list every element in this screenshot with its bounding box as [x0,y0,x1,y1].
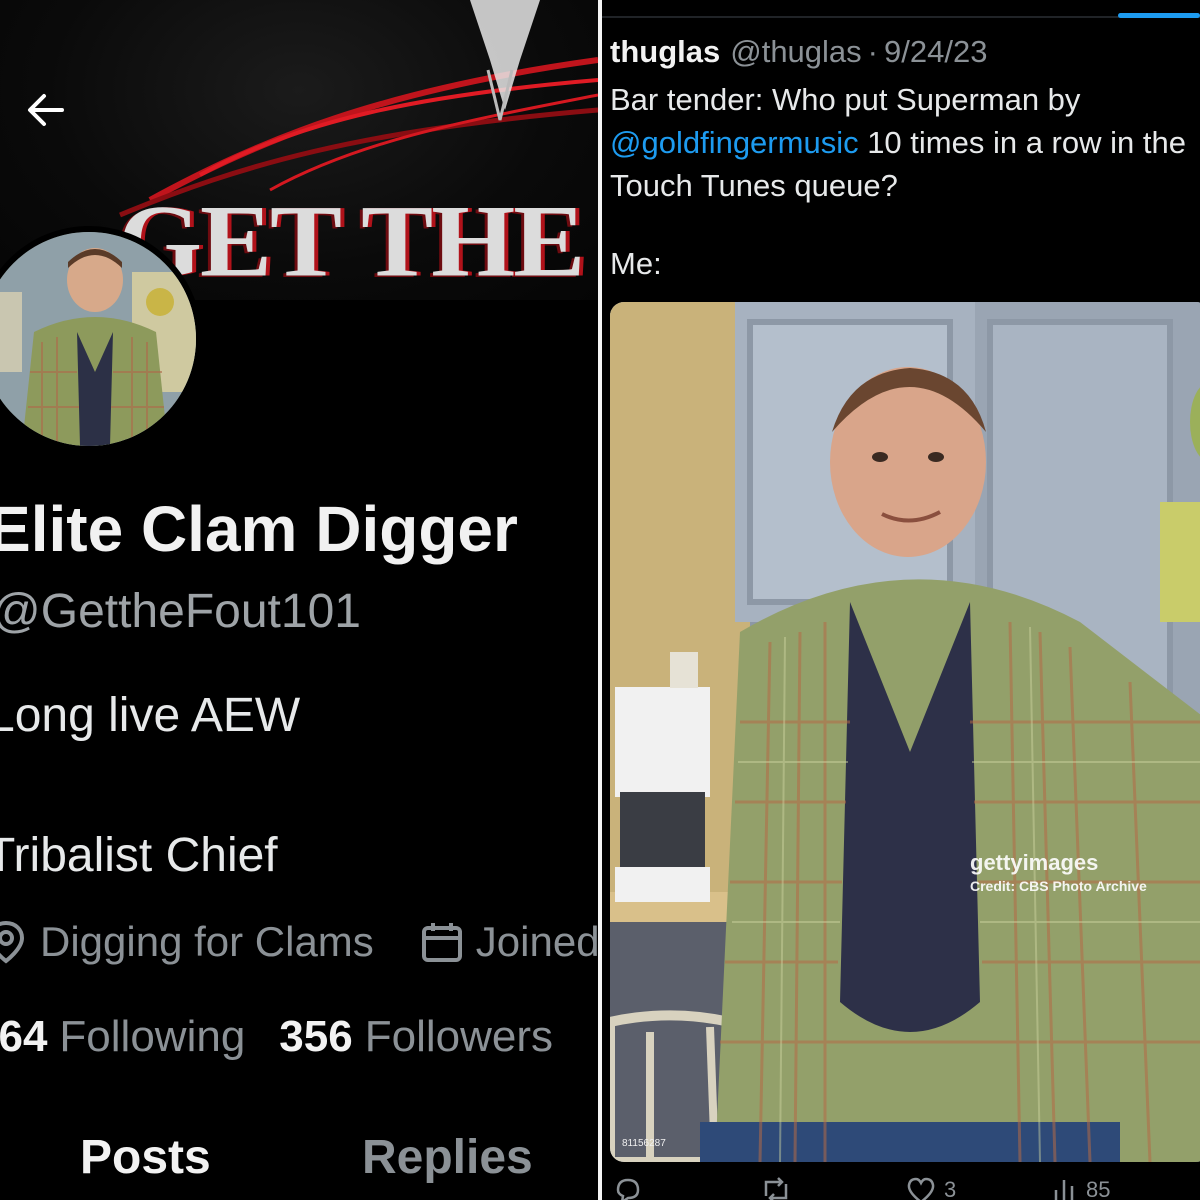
tweet-author-handle[interactable]: @thuglas [730,34,861,70]
tweet-text: Bar tender: Who put Superman by @goldfin… [610,78,1200,207]
tweet-text-me: Me: [610,246,662,281]
profile-joined: Joined [475,918,598,965]
tweet-photo-image [610,302,1200,1162]
tweet-photo[interactable]: gettyimages Credit: CBS Photo Archive 81… [610,302,1200,1162]
profile-panel: GET THE Elite Clam Digger @GettheFout101… [0,0,598,1200]
watermark-brand-rest: images [1022,850,1099,875]
profile-location: Digging for Clams [40,918,374,965]
tweet-text-line-2: @goldfingermusic 10 times in a row in th… [610,121,1200,164]
back-button[interactable] [20,84,72,136]
active-tab-indicator [1118,13,1200,18]
profile-bio-line-1: Long live AEW [0,689,301,742]
tweet-date[interactable]: 9/24/23 [884,34,987,70]
tweet-text-line-1: Bar tender: Who put Superman by [610,82,1081,117]
photo-id: 81156287 [622,1138,666,1149]
profile-tabs: Posts Replies [0,1122,598,1200]
following-label[interactable]: Following [59,1012,245,1062]
followers-label[interactable]: Followers [365,1012,553,1062]
tweet-separator: · [867,34,878,69]
like-count: 3 [944,1177,957,1200]
reply-button[interactable] [614,1176,650,1200]
like-button[interactable]: 3 [906,1176,956,1200]
followers-count[interactable]: 356 [279,1012,352,1062]
topbar-line [602,16,1200,18]
watermark-brand-bold: getty [970,850,1023,875]
views-chart-icon [1054,1180,1074,1200]
mention-link[interactable]: @goldfingermusic [610,125,859,160]
views-count: 85 [1086,1177,1111,1200]
tweet-actions: 3 85 [610,1176,1200,1200]
getty-watermark: gettyimages Credit: CBS Photo Archive [970,850,1147,894]
tweet-text-line-2-rest: 10 times in a row in the [858,125,1186,160]
profile-meta-row: Digging for Clams Joined [0,918,598,966]
banner-text: GET THE [118,185,585,299]
tweet-panel: thuglas @thuglas · 9/24/23 Bar tender: W… [602,0,1200,1200]
repost-button[interactable] [760,1176,800,1200]
avatar-photo [0,232,196,446]
tab-replies[interactable]: Replies [362,1130,533,1185]
tweet-author-name[interactable]: thuglas [610,34,720,70]
profile-bio-line-2: Tribalist Chief [0,829,278,882]
watermark-credit: Credit: CBS Photo Archive [970,878,1147,894]
repost-icon [764,1177,788,1200]
profile-handle: @GettheFout101 [0,585,361,638]
profile-stats-row: 364 Following 356 Followers [0,1012,553,1062]
tweet-text-line-3: Touch Tunes queue? [610,168,898,203]
tweet-header: thuglas @thuglas · 9/24/23 [610,34,987,70]
profile-display-name: Elite Clam Digger [0,493,518,565]
heart-icon [907,1177,935,1200]
back-arrow-icon [28,94,64,126]
location-pin-icon [0,919,28,965]
following-count[interactable]: 364 [0,1012,47,1062]
calendar-icon [420,920,464,964]
tab-posts[interactable]: Posts [80,1130,211,1185]
views-button[interactable]: 85 [1050,1176,1110,1200]
reply-icon [616,1178,640,1200]
